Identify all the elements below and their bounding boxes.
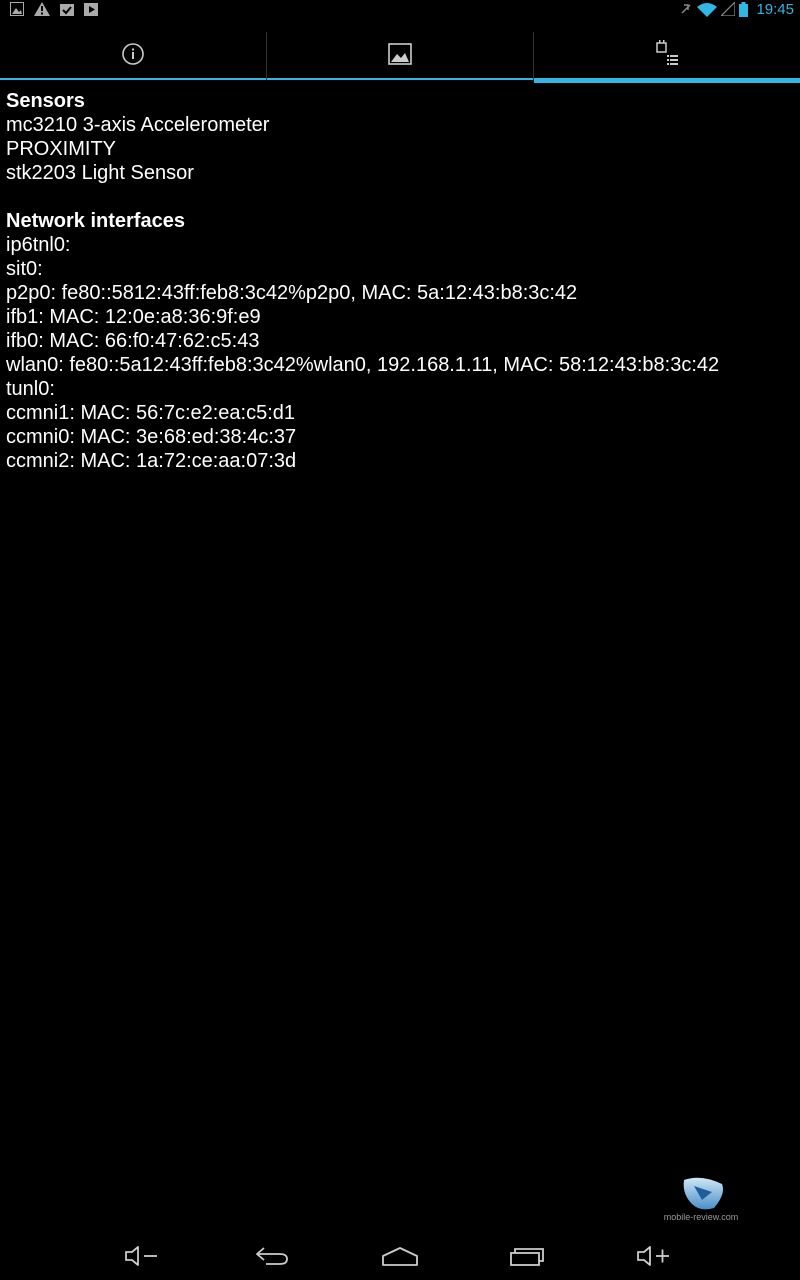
sensor-item: mc3210 3-axis Accelerometer	[6, 114, 270, 136]
network-item: sit0:	[6, 258, 43, 280]
sensor-item: PROXIMITY	[6, 138, 117, 160]
recent-apps-icon	[510, 1248, 544, 1266]
play-icon	[84, 2, 98, 16]
watermark-text: mobile-review.com	[663, 1212, 739, 1222]
recent-apps-button[interactable]	[498, 1240, 558, 1272]
volume-up-button[interactable]	[624, 1240, 684, 1272]
network-item: ccmni2: MAC: 1a:72:ce:aa:07:3d	[6, 450, 297, 472]
volume-down-icon	[125, 1246, 157, 1266]
watermark-logo-icon	[683, 1177, 723, 1210]
info-icon	[121, 42, 145, 70]
tab-bar	[0, 32, 800, 83]
back-icon	[256, 1247, 288, 1265]
network-item: ccmni0: MAC: 3e:68:ed:38:4c:37	[6, 426, 297, 448]
tab-indicator-selected	[534, 78, 800, 83]
notification-icons	[10, 0, 98, 18]
device-list-icon	[655, 40, 679, 72]
navigation-bar	[0, 1232, 800, 1280]
warning-icon	[34, 2, 50, 16]
status-bar: 19:45	[0, 0, 800, 18]
tab-image[interactable]	[267, 32, 533, 80]
tab-indicator	[267, 78, 533, 80]
network-item: p2p0: fe80::5812:43ff:feb8:3c42%p2p0, MA…	[6, 282, 578, 304]
home-icon	[382, 1247, 418, 1266]
tab-device-list[interactable]	[534, 32, 800, 83]
clock: 19:45	[756, 0, 794, 18]
signal-icon	[721, 2, 736, 16]
watermark: mobile-review.com	[656, 1174, 746, 1226]
network-heading: Network interfaces	[6, 210, 185, 232]
system-icons: 19:45	[679, 0, 794, 18]
checklist-icon	[60, 2, 74, 16]
network-item: wlan0: fe80::5a12:43ff:feb8:3c42%wlan0, …	[6, 354, 720, 376]
volume-up-icon	[637, 1246, 669, 1266]
sensors-heading: Sensors	[6, 90, 85, 112]
network-item: ifb0: MAC: 66:f0:47:62:c5:43	[6, 330, 260, 352]
image-icon	[10, 2, 24, 16]
network-item: tunl0:	[6, 378, 55, 400]
sensor-item: stk2203 Light Sensor	[6, 162, 194, 184]
network-item: ip6tnl0:	[6, 234, 71, 256]
volume-down-button[interactable]	[112, 1240, 172, 1272]
tab-info[interactable]	[0, 32, 266, 80]
network-item: ifb1: MAC: 12:0e:a8:36:9f:e9	[6, 306, 261, 328]
mute-icon	[679, 2, 693, 16]
network-item: ccmni1: MAC: 56:7c:e2:ea:c5:d1	[6, 402, 296, 424]
wifi-icon	[697, 2, 718, 17]
device-info-content: Sensors mc3210 3-axis Accelerometer PROX…	[6, 89, 796, 473]
image-icon	[388, 43, 412, 69]
home-button[interactable]	[370, 1240, 430, 1272]
back-button[interactable]	[242, 1240, 302, 1272]
battery-icon	[739, 1, 749, 17]
tab-indicator	[0, 78, 266, 80]
